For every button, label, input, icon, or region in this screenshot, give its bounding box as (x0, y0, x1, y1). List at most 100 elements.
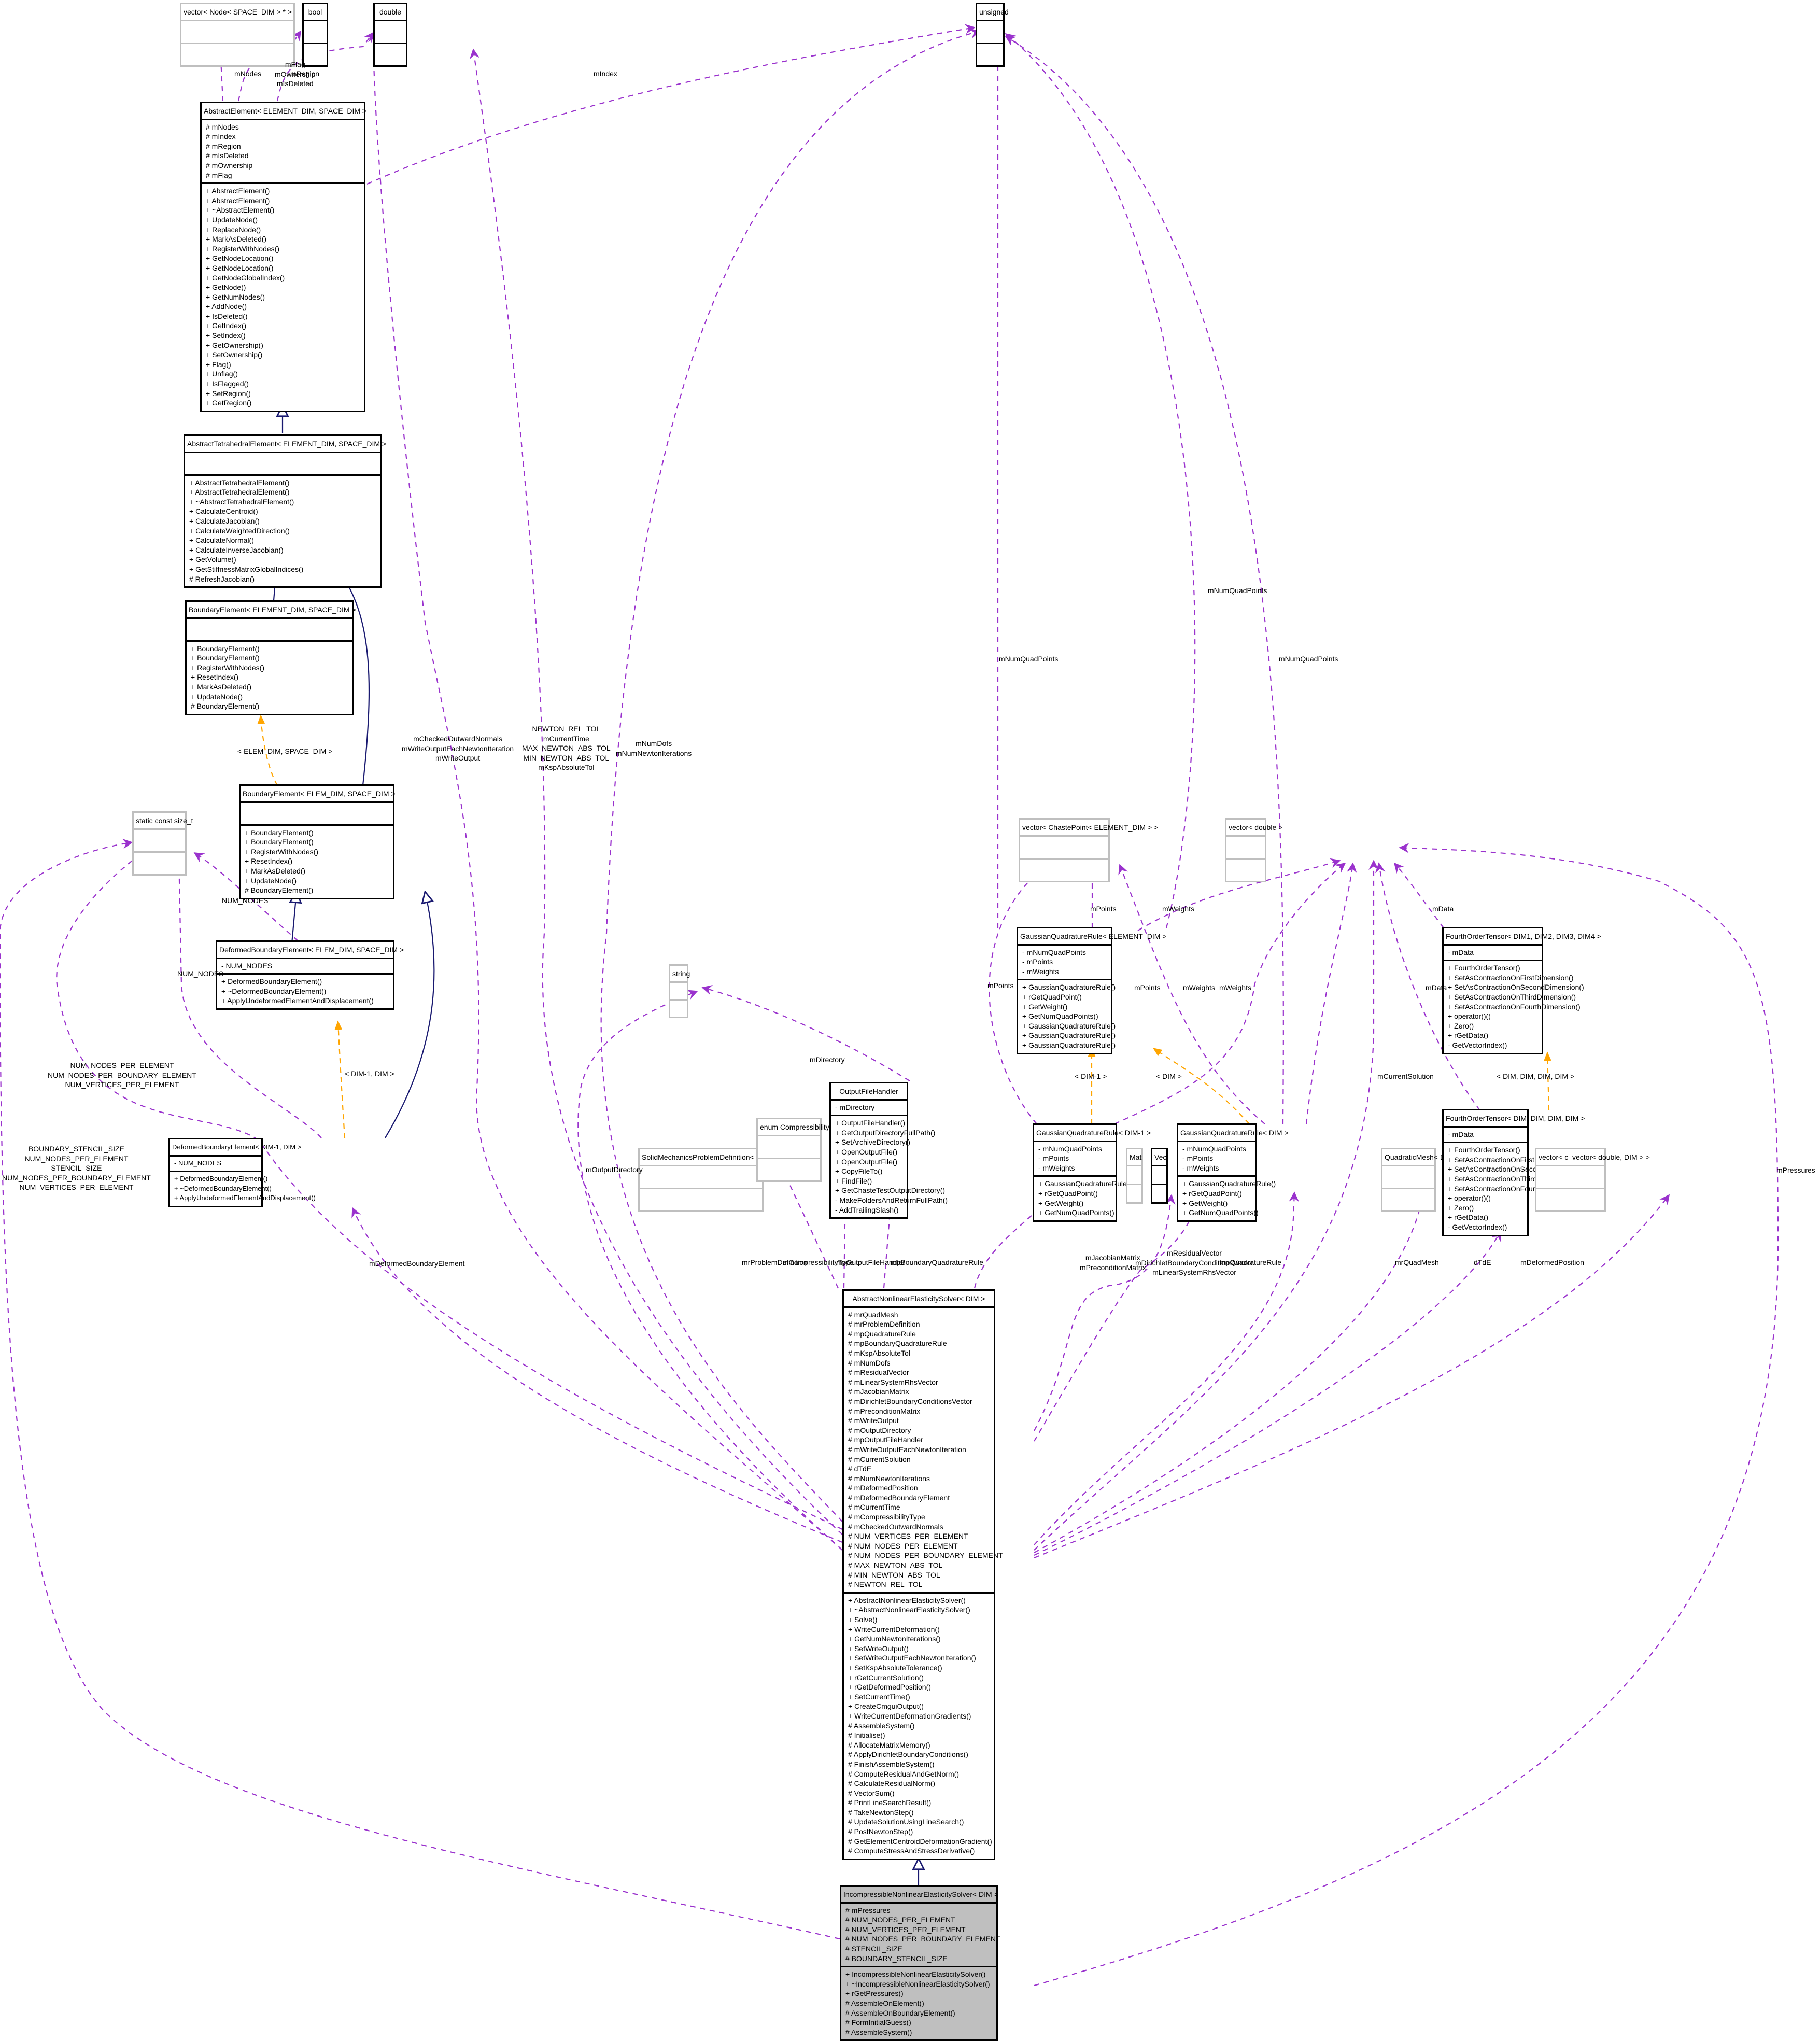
class-unsigned[interactable]: unsigned (976, 3, 1009, 67)
class-vector-c-vector[interactable]: vector< c_vector< double, DIM > > (1535, 1148, 1650, 1212)
methods: + DeformedBoundaryElement() + ~DeformedBo… (217, 973, 393, 1008)
class-deformed-boundary-element-dim[interactable]: DeformedBoundaryElement< DIM-1, DIM > - … (168, 1138, 316, 1207)
class-member: # MAX_NEWTON_ABS_TOL (848, 1561, 943, 1570)
class-member: - mData (1448, 1130, 1474, 1138)
class-gaussian-quadrature-rule-dim[interactable]: GaussianQuadratureRule< DIM > - mNumQuad… (1177, 1123, 1289, 1222)
edge-template-fot (1544, 1051, 1551, 1111)
class-title: DeformedBoundaryElement< DIM-1, DIM > (172, 1143, 302, 1151)
class-incompressible-nonlinear-elasticity-solver[interactable]: IncompressibleNonlinearElasticitySolver<… (840, 1885, 1000, 2041)
class-member: + Zero() (1448, 1021, 1474, 1030)
edge-label-dTdE: dTdE (1474, 1258, 1491, 1266)
methods: + GaussianQuadratureRule() + rGetQuadPoin… (1178, 1175, 1276, 1220)
class-member: + Zero() (1448, 1203, 1474, 1212)
class-member: + ~AbstractNonlinearElasticitySolver() (848, 1606, 970, 1614)
class-member: + Solve() (848, 1615, 878, 1624)
class-title: unsigned (979, 8, 1009, 16)
class-member: + FindFile() (835, 1176, 872, 1185)
class-member: + SetKspAbsoluteTolerance() (848, 1663, 942, 1672)
class-member: # NUM_NODES_PER_BOUNDARY_ELEMENT (845, 1935, 1000, 1944)
edge-label-mrQuadMesh: mrQuadMesh (1395, 1258, 1439, 1266)
edge-label-mNumQuadPoints-b: mNumQuadPoints (1208, 586, 1267, 595)
class-title: BoundaryElement< ELEMENT_DIM, SPACE_DIM … (189, 606, 356, 614)
attributes: - NUM_NODES (217, 957, 393, 974)
edge-label-dim1-template: < DIM-1 > (1075, 1072, 1107, 1080)
class-member: + rGetCurrentSolution() (848, 1673, 924, 1682)
class-boundary-element[interactable]: BoundaryElement< ELEMENT_DIM, SPACE_DIM … (185, 600, 356, 715)
methods: + IncompressibleNonlinearElasticitySolve… (841, 1966, 996, 2039)
attributes: # mPressures # NUM_NODES_PER_ELEMENT # NUM… (841, 1902, 1000, 1966)
attributes: - mNumQuadPoints - mPoints - mWeights (1034, 1140, 1116, 1176)
class-member: # mCurrentSolution (848, 1455, 911, 1463)
class-member: + BoundaryElement() (191, 654, 260, 663)
class-member: # mDeformedPosition (848, 1484, 918, 1493)
class-quadratic-mesh[interactable]: QuadraticMesh< DIM > & (1381, 1148, 1466, 1212)
class-double[interactable]: double (373, 3, 407, 67)
class-member: + GetNodeGlobalIndex() (206, 273, 285, 282)
edge-label-mPressures: mPressures (1776, 1166, 1815, 1174)
class-member: + CalculateCentroid() (189, 507, 258, 516)
class-vector-chaste-point[interactable]: vector< ChastePoint< ELEMENT_DIM > > (1019, 818, 1159, 882)
edge-label-line: NUM_VERTICES_PER_ELEMENT (19, 1183, 134, 1192)
class-member: # AssembleSystem() (845, 2028, 912, 2036)
edge-label-line: mWriteOutput (435, 754, 481, 763)
class-gaussian-quadrature-rule-dim-1[interactable]: GaussianQuadratureRule< DIM-1 > - mNumQu… (1033, 1123, 1151, 1222)
class-member: # NUM_VERTICES_PER_ELEMENT (845, 1925, 966, 1934)
attributes: - NUM_NODES (170, 1155, 261, 1171)
edge-assoc-pressures (1034, 843, 1779, 1987)
edge-label-mOutputDirectory: mOutputDirectory (586, 1165, 643, 1174)
class-title: QuadraticMesh< DIM > & (1385, 1153, 1466, 1161)
class-string[interactable]: string (669, 964, 690, 1018)
class-title: AbstractNonlinearElasticitySolver< DIM > (852, 1294, 985, 1303)
class-member: # mNumDofs (848, 1358, 891, 1367)
class-member: + ~AbstractElement() (206, 206, 275, 215)
edge-label-line: mResidualVector (1167, 1249, 1222, 1257)
edge-label-line: NUM_NODES_PER_BOUNDARY_ELEMENT (2, 1173, 151, 1182)
class-abstract-tetrahedral-element[interactable]: AbstractTetrahedralElement< ELEMENT_DIM,… (184, 434, 386, 588)
class-member: + CopyFileTo() (835, 1167, 883, 1176)
class-member: # mKspAbsoluteTol (848, 1348, 910, 1357)
class-member: + MarkAsDeleted() (191, 682, 252, 691)
class-boundary-element-elem[interactable]: BoundaryElement< ELEM_DIM, SPACE_DIM > +… (239, 784, 396, 899)
class-member: + UpdateNode() (191, 692, 243, 701)
class-title: vector< ChastePoint< ELEMENT_DIM > > (1022, 823, 1159, 832)
class-enum-compressibility-type[interactable]: enum CompressibilityType_ (756, 1118, 849, 1182)
attributes: # mNodes # mIndex # mRegion # mIsDeleted # m… (202, 118, 364, 183)
class-member: + GetWeight() (1038, 1199, 1084, 1207)
class-title: FourthOrderTensor< DIM, DIM, DIM, DIM > (1446, 1114, 1585, 1122)
class-deformed-boundary-element-elem[interactable]: DeformedBoundaryElement< ELEM_DIM, SPACE… (216, 940, 404, 1010)
class-vector-node[interactable]: vector< Node< SPACE_DIM > * > (180, 3, 295, 67)
class-title: SolidMechanicsProblemDefinition< DIM > & (642, 1153, 783, 1161)
class-abstract-nonlinear-elasticity-solver[interactable]: AbstractNonlinearElasticitySolver< DIM >… (842, 1289, 1003, 1860)
class-member: + ~DeformedBoundaryElement() (174, 1184, 272, 1192)
class-fourth-order-tensor-generic[interactable]: FourthOrderTensor< DIM1, DIM2, DIM3, DIM… (1442, 927, 1601, 1054)
edge-label-mDeformedBoundaryElement: mDeformedBoundaryElement (369, 1259, 465, 1268)
class-vector-double[interactable]: vector< double > (1225, 818, 1282, 882)
class-member: + rGetQuadPoint() (1022, 992, 1082, 1001)
class-member: # mFlag (206, 171, 232, 179)
edge-label-mData-a: mData (1432, 905, 1454, 913)
edge-label-mDirectory: mDirectory (810, 1055, 845, 1064)
class-abstract-element[interactable]: AbstractElement< ELEMENT_DIM, SPACE_DIM … (200, 102, 366, 412)
class-member: + AbstractTetrahedralElement() (189, 488, 290, 497)
class-member: + RegisterWithNodes() (206, 244, 279, 253)
class-member: # AssembleOnBoundaryElement() (845, 2008, 955, 2017)
class-member: + BoundaryElement() (245, 828, 314, 837)
class-solid-mechanics-problem-definition[interactable]: SolidMechanicsProblemDefinition< DIM > & (638, 1148, 783, 1212)
class-output-file-handler[interactable]: OutputFileHandler - mDirectory + OutputF… (829, 1082, 948, 1219)
class-member: + GaussianQuadratureRule() (1022, 983, 1116, 992)
class-fourth-order-tensor-dim[interactable]: FourthOrderTensor< DIM, DIM, DIM, DIM > … (1442, 1109, 1585, 1236)
class-vec[interactable]: Vec (1151, 1148, 1168, 1204)
class-member: # mDirichletBoundaryConditionsVector (848, 1397, 972, 1405)
class-static-size-t[interactable]: static const size_t (132, 811, 193, 876)
class-member: + IsFlagged() (206, 379, 249, 388)
class-bool[interactable]: bool (302, 3, 328, 67)
class-member: + BoundaryElement() (245, 838, 314, 847)
class-member: + SetAsContractionOnSecondDimension() (1448, 1165, 1584, 1174)
edge-label-mNodes: mNodes (234, 69, 262, 78)
class-member: + GetOutputDirectoryFullPath() (835, 1128, 936, 1137)
edge-template-dim1 (334, 1020, 346, 1138)
class-mat[interactable]: Mat (1126, 1148, 1143, 1204)
class-gaussian-quadrature-rule-element-dim[interactable]: GaussianQuadratureRule< ELEMENT_DIM > - … (1017, 927, 1166, 1054)
edge-assoc-deformedpos (1034, 1194, 1670, 1559)
class-member: + RegisterWithNodes() (191, 663, 264, 672)
